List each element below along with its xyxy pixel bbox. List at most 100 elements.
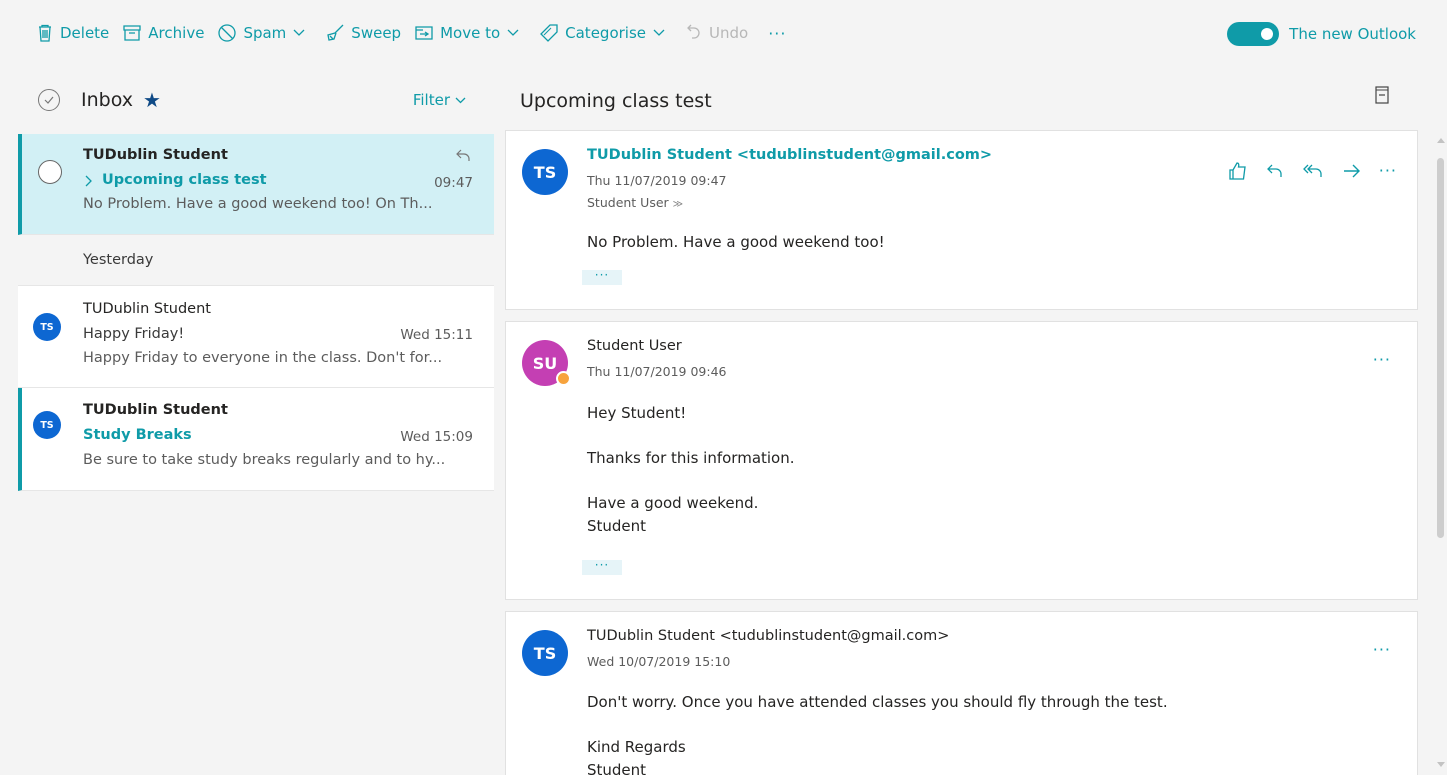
scroll-down-icon[interactable] (1437, 762, 1445, 767)
show-quoted-button[interactable]: ··· (582, 559, 622, 575)
new-outlook-toggle-group: The new Outlook (1227, 22, 1416, 46)
email-body: Hey Student! Thanks for this information… (587, 402, 795, 538)
reading-pane-scrollbar[interactable] (1434, 66, 1447, 775)
more-options-button[interactable]: ··· (1379, 161, 1397, 180)
like-icon[interactable] (1229, 161, 1247, 180)
archive-button[interactable]: Archive (123, 24, 204, 42)
message-sender: TUDublin Student (83, 402, 228, 418)
list-item[interactable]: TS TUDublin Student Study Breaks Wed 15:… (18, 388, 494, 491)
avatar: TS (522, 149, 568, 195)
list-item[interactable]: TS TUDublin Student Happy Friday! Wed 15… (18, 286, 494, 388)
email-card[interactable]: TS TUDublin Student <tudublinstudent@gma… (505, 611, 1418, 775)
trash-icon (39, 24, 51, 42)
message-preview: Be sure to take study breaks regularly a… (83, 452, 446, 468)
categorise-button[interactable]: Categorise (540, 24, 672, 42)
avatar: TS (522, 630, 568, 676)
email-card[interactable]: SU Student User Thu 11/07/2019 09:46 ···… (505, 321, 1418, 600)
email-body: Don't worry. Once you have attended clas… (587, 691, 1168, 775)
message-actions: ··· (1209, 161, 1397, 180)
forward-icon[interactable] (1343, 163, 1361, 179)
message-subject: Upcoming class test (102, 172, 267, 188)
new-outlook-label: The new Outlook (1289, 25, 1416, 43)
avatar: TS (33, 313, 61, 341)
email-body: No Problem. Have a good weekend too! (587, 231, 885, 254)
body-line: Have a good weekend. (587, 494, 759, 512)
email-card[interactable]: TS TUDublin Student <tudublinstudent@gma… (505, 130, 1418, 310)
checkmark-icon (44, 96, 54, 104)
email-from[interactable]: Student User (587, 338, 682, 354)
email-date: Thu 11/07/2019 09:47 (587, 173, 727, 188)
message-subject: Study Breaks (83, 427, 192, 443)
scrollbar-thumb[interactable] (1437, 158, 1444, 538)
more-actions-button[interactable]: ··· (768, 24, 786, 43)
filter-label: Filter (412, 91, 450, 109)
scroll-up-icon[interactable] (1437, 138, 1445, 143)
body-line: Student (587, 517, 647, 535)
spam-label: Spam (243, 24, 287, 42)
email-from[interactable]: TUDublin Student <tudublinstudent@gmail.… (587, 147, 992, 163)
body-line: Hey Student! (587, 404, 687, 422)
chevron-down-icon (293, 29, 305, 36)
more-options-button[interactable]: ··· (1373, 640, 1391, 659)
show-quoted-button[interactable]: ··· (582, 269, 622, 285)
list-item[interactable]: TUDublin Student Upcoming class test 09:… (18, 134, 494, 235)
sweep-label: Sweep (351, 24, 402, 42)
delete-button[interactable]: Delete (37, 24, 109, 42)
message-preview: No Problem. Have a good weekend too! On … (83, 196, 433, 212)
body-line: Student (587, 761, 647, 775)
undo-button[interactable]: Undo (686, 24, 748, 42)
filter-button[interactable]: Filter (413, 91, 466, 109)
command-bar: Delete Archive Spam Sweep Move to Catego… (0, 0, 1447, 66)
block-icon (218, 24, 237, 42)
avatar: TS (33, 411, 61, 439)
sweep-button[interactable]: Sweep (326, 24, 401, 42)
immersive-reader-icon[interactable] (1375, 86, 1389, 104)
body-line: Thanks for this information. (587, 449, 795, 467)
message-list: Inbox ★ Filter TUDublin Student Upcoming… (18, 66, 494, 775)
tag-icon (540, 24, 558, 42)
email-to[interactable]: Student User ≫ (587, 195, 683, 210)
group-header-yesterday: Yesterday (18, 235, 494, 286)
message-time: Wed 15:09 (400, 429, 473, 445)
reply-all-icon[interactable] (1302, 163, 1323, 179)
archive-label: Archive (148, 24, 205, 42)
chevron-right-icon[interactable] (85, 175, 93, 187)
broom-icon (327, 24, 344, 41)
spam-button[interactable]: Spam (218, 24, 312, 42)
recipient-name: Student User (587, 195, 669, 210)
message-preview: Happy Friday to everyone in the class. D… (83, 350, 443, 366)
body-line: Don't worry. Once you have attended clas… (587, 693, 1168, 711)
email-from[interactable]: TUDublin Student <tudublinstudent@gmail.… (587, 628, 949, 644)
body-line: Kind Regards (587, 738, 686, 756)
message-subject: Happy Friday! (83, 326, 185, 342)
select-radio[interactable] (38, 160, 62, 184)
select-all-checkbox[interactable] (38, 89, 60, 111)
reply-icon[interactable] (1266, 163, 1283, 179)
body-line: No Problem. Have a good weekend too! (587, 233, 885, 251)
folder-title: Inbox (81, 89, 133, 111)
categorise-label: Categorise (565, 24, 646, 42)
move-to-button[interactable]: Move to (415, 24, 526, 42)
message-sender: TUDublin Student (83, 147, 228, 163)
undo-icon (687, 24, 700, 39)
replied-icon (456, 149, 470, 161)
chevron-down-icon (507, 29, 519, 36)
delete-label: Delete (60, 24, 110, 42)
toggle-knob (1261, 28, 1274, 40)
expand-recipients-icon[interactable]: ≫ (673, 199, 683, 210)
move-to-label: Move to (440, 24, 501, 42)
chevron-down-icon (653, 29, 665, 36)
new-outlook-toggle[interactable] (1227, 22, 1280, 46)
message-sender: TUDublin Student (83, 301, 211, 317)
more-options-button[interactable]: ··· (1373, 350, 1391, 369)
message-list-header: Inbox ★ Filter (18, 66, 494, 134)
conversation-title: Upcoming class test (520, 90, 712, 112)
email-date: Thu 11/07/2019 09:46 (587, 364, 727, 379)
move-folder-icon (415, 26, 433, 40)
star-icon[interactable]: ★ (143, 88, 161, 112)
undo-label: Undo (709, 24, 749, 42)
message-time: 09:47 (434, 175, 473, 191)
presence-away-icon (556, 371, 571, 386)
chevron-down-icon (455, 97, 466, 103)
message-time: Wed 15:11 (400, 327, 473, 343)
